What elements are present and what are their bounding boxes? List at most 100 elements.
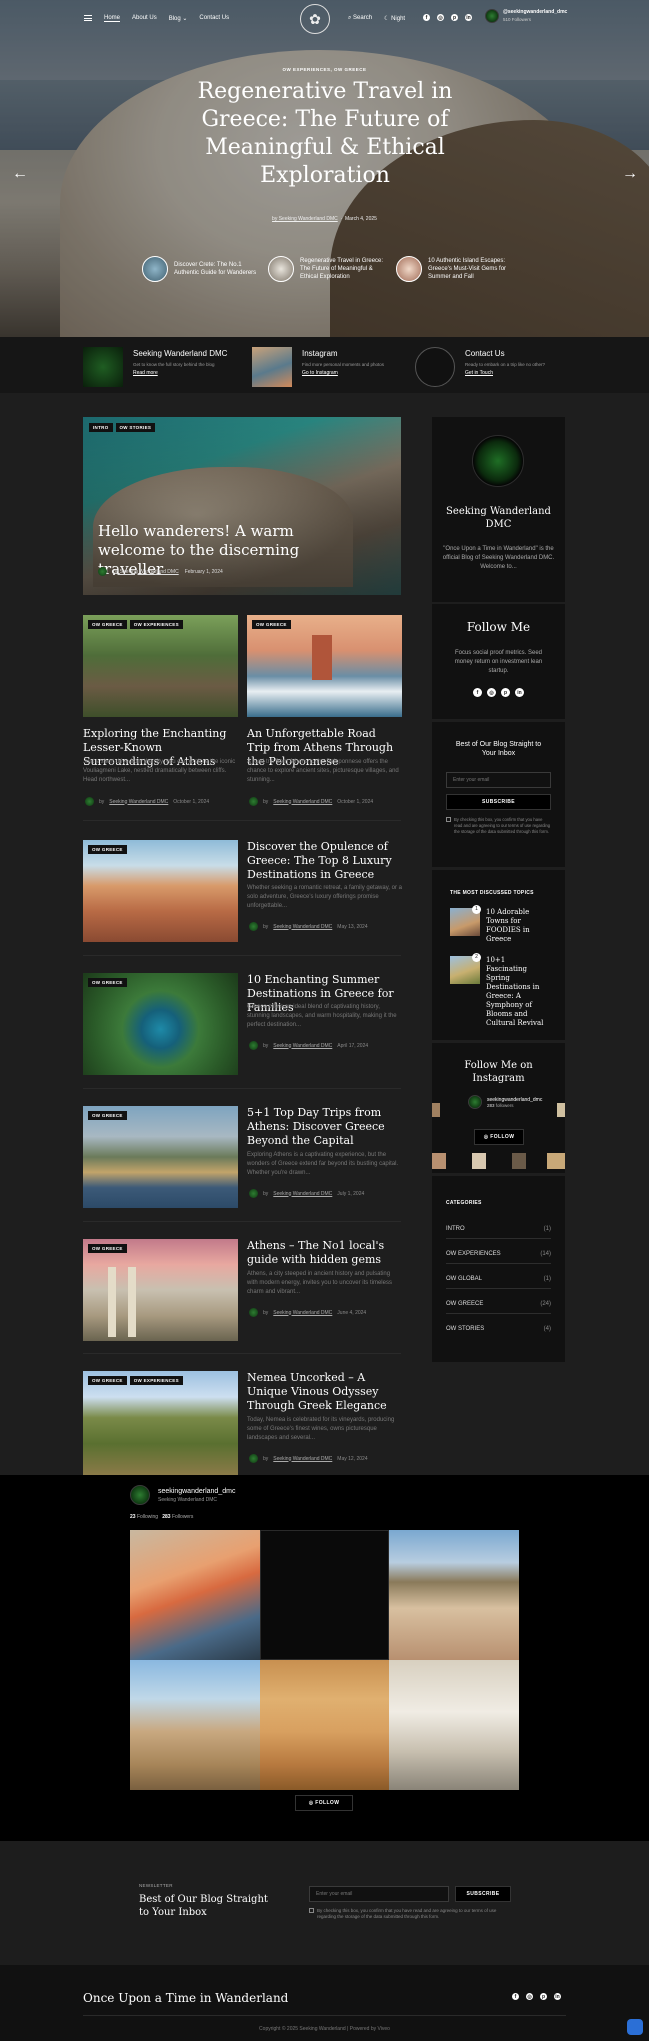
instagram-photo[interactable] (130, 1660, 260, 1790)
author-link[interactable]: Seeking Wanderland DMC (109, 799, 168, 805)
hamburger-menu-icon[interactable] (84, 15, 92, 21)
hero-section: Home About Us Blog ⌄ Contact Us ✿ ⌕ Sear… (0, 0, 649, 337)
pinterest-icon[interactable]: p (501, 688, 510, 697)
consent-checkbox[interactable] (446, 817, 451, 822)
instagram-photo[interactable] (260, 1530, 389, 1660)
category-item[interactable]: OW EXPERIENCES (14) (446, 1251, 551, 1264)
post-image[interactable]: OW GREECE (83, 1106, 238, 1208)
nav-about[interactable]: About Us (132, 15, 157, 22)
instagram-icon[interactable]: ◎ (526, 1993, 533, 2000)
author-link[interactable]: Seeking Wanderland DMC (273, 799, 332, 805)
avatar (468, 1095, 482, 1109)
post-title[interactable]: Discover the Opulence of Greece: The Top… (247, 840, 407, 882)
category-badge[interactable]: OW EXPERIENCES (129, 1376, 183, 1385)
consent-checkbox[interactable] (309, 1908, 314, 1913)
post-title[interactable]: Athens – The No1 local's guide with hidd… (247, 1239, 407, 1267)
post-title[interactable]: 5+1 Top Day Trips from Athens: Discover … (247, 1106, 407, 1148)
author-link[interactable]: Seeking Wanderland DMC (273, 1043, 332, 1049)
search-button[interactable]: ⌕ Search (348, 15, 372, 22)
category-badge[interactable]: INTRO (89, 423, 113, 432)
post-date: May 13, 2024 (337, 923, 368, 930)
avatar (249, 1454, 258, 1463)
pinterest-icon[interactable]: p (540, 1993, 547, 2000)
author-link[interactable]: by Seeking Wanderland DMC (113, 569, 179, 575)
instagram-photo[interactable] (130, 1530, 260, 1660)
post-image[interactable]: OW GREECE (83, 973, 238, 1075)
instagram-photo[interactable] (389, 1530, 519, 1660)
facebook-icon[interactable]: f (512, 1993, 519, 2000)
post-date: July 1, 2024 (337, 1190, 365, 1197)
post-image[interactable]: OW GREECE (83, 1239, 238, 1341)
post-image[interactable]: OW GREECE OW EXPERIENCES (83, 1371, 238, 1475)
related-post[interactable]: Regenerative Travel in Greece: The Futur… (268, 256, 388, 282)
instagram-follow-button[interactable]: ◎ FOLLOW (295, 1795, 353, 1811)
author-link[interactable]: by Seeking Wanderland DMC (272, 216, 338, 222)
email-field[interactable] (309, 1886, 449, 1902)
author-link[interactable]: Seeking Wanderland DMC (273, 924, 332, 930)
category-item[interactable]: OW GREECE (24) (446, 1301, 551, 1314)
read-more-link[interactable]: Read more (133, 370, 227, 376)
next-arrow-icon[interactable]: → (622, 165, 638, 183)
author-link[interactable]: Seeking Wanderland DMC (273, 1191, 332, 1197)
instagram-link[interactable]: Go to Instagram (302, 370, 384, 376)
instagram-photo[interactable] (389, 1660, 519, 1790)
category-item[interactable]: OW STORIES (4) (446, 1326, 551, 1338)
discussed-item[interactable]: 2 10+1 Fascinating Spring Destinations i… (450, 953, 547, 1028)
newsletter-widget: Best of Our Blog Straight to Your Inbox … (432, 722, 565, 867)
related-thumbnail (142, 256, 168, 282)
featured-post[interactable]: INTRO OW STORIES Hello wanderers! A warm… (83, 417, 401, 595)
recaptcha-icon (627, 2019, 643, 2035)
related-post[interactable]: Discover Crete: The No.1 Authentic Guide… (142, 256, 262, 282)
discussed-item[interactable]: 1 10 Adorable Towns for FOODIES in Greec… (450, 905, 547, 944)
author-link[interactable]: Seeking Wanderland DMC (273, 1310, 332, 1316)
footer-title[interactable]: Once Upon a Time in Wanderland (83, 1991, 288, 2005)
nav-home[interactable]: Home (104, 15, 121, 22)
linkedin-icon[interactable]: in (554, 1993, 561, 2000)
night-mode-toggle[interactable]: ☾ Night (384, 15, 405, 22)
feature-strip: Seeking Wanderland DMC Get to know the f… (0, 337, 649, 393)
category-badge[interactable]: OW GREECE (88, 620, 127, 629)
pinterest-icon[interactable]: p (451, 14, 458, 21)
social-links: f ◎ p in (423, 14, 472, 21)
prev-arrow-icon[interactable]: ← (12, 165, 28, 183)
post-image[interactable]: OW GREECE OW EXPERIENCES (83, 615, 238, 717)
post-image[interactable]: OW GREECE (83, 840, 238, 942)
nav-contact[interactable]: Contact Us (199, 15, 229, 22)
facebook-icon[interactable]: f (423, 14, 430, 21)
instagram-follow-button[interactable]: ◎ FOLLOW (474, 1129, 524, 1145)
post-date: March 4, 2025 (344, 216, 377, 222)
post-excerpt: Just a short drive from the city, you ca… (83, 759, 236, 783)
subscribe-button[interactable]: SUBSCRIBE (446, 794, 551, 810)
category-badge[interactable]: OW STORIES (115, 423, 156, 432)
category-badge[interactable]: OW GREECE (88, 978, 127, 987)
post-image[interactable]: OW GREECE (247, 615, 402, 717)
author-link[interactable]: Seeking Wanderland DMC (273, 1456, 332, 1462)
avatar (249, 1189, 258, 1198)
linkedin-icon[interactable]: in (465, 14, 472, 21)
related-post[interactable]: 10 Authentic Island Escapes: Greece's Mu… (396, 256, 518, 282)
subscribe-button[interactable]: SUBSCRIBE (455, 1886, 511, 1902)
hero-title[interactable]: Regenerative Travel in Greece: The Futur… (190, 78, 460, 190)
category-badge[interactable]: OW EXPERIENCES (129, 620, 183, 629)
nav-blog[interactable]: Blog ⌄ (169, 15, 188, 22)
hero-categories[interactable]: OW EXPERIENCES, OW GREECE (0, 67, 649, 72)
category-badge[interactable]: OW GREECE (88, 845, 127, 854)
instagram-photo[interactable] (260, 1660, 389, 1790)
category-badge[interactable]: OW GREECE (252, 620, 291, 629)
instagram-icon[interactable]: ◎ (487, 688, 496, 697)
linkedin-icon[interactable]: in (515, 688, 524, 697)
category-item[interactable]: OW GLOBAL (1) (446, 1276, 551, 1289)
facebook-icon[interactable]: f (473, 688, 482, 697)
related-thumbnail (268, 256, 294, 282)
instagram-icon[interactable]: ◎ (437, 14, 444, 21)
category-item[interactable]: INTRO (1) (446, 1226, 551, 1239)
instagram-profile[interactable]: @seekingwanderland_dmc 510 Followers (485, 9, 567, 23)
instagram-feed: seekingwanderland_dmc Seeking Wanderland… (0, 1475, 649, 1841)
contact-link[interactable]: Get in Touch (465, 370, 545, 376)
category-badge[interactable]: OW GREECE (88, 1376, 127, 1385)
email-field[interactable] (446, 772, 551, 788)
category-badge[interactable]: OW GREECE (88, 1244, 127, 1253)
site-logo[interactable]: ✿ (300, 4, 330, 34)
category-badge[interactable]: OW GREECE (88, 1111, 127, 1120)
post-title[interactable]: Nemea Uncorked – A Unique Vinous Odyssey… (247, 1371, 407, 1413)
